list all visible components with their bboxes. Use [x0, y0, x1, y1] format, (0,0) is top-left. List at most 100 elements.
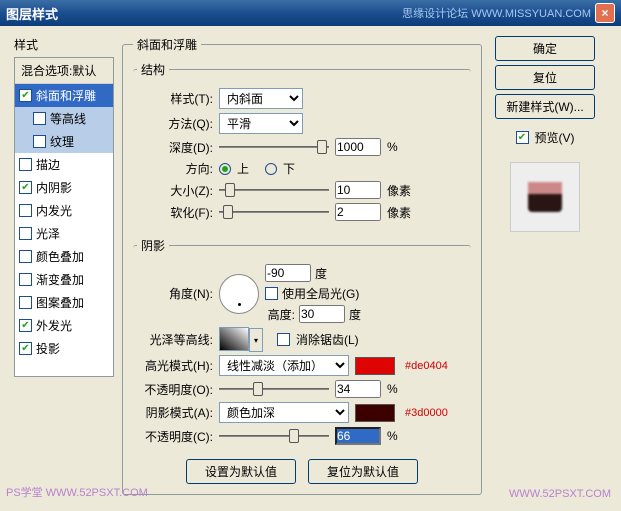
technique-select[interactable]: 平滑	[219, 113, 303, 134]
watermark-right: WWW.52PSXT.COM	[509, 488, 611, 500]
titlebar: 图层样式 思缘设计论坛 WWW.MISSYUAN.COM ×	[0, 0, 621, 26]
angle-input[interactable]	[265, 264, 311, 282]
pct-unit: %	[387, 140, 398, 154]
gloss-contour-picker[interactable]: ▾	[219, 327, 249, 351]
styles-row-3[interactable]: 描边	[15, 153, 113, 176]
window-title: 图层样式	[6, 4, 402, 23]
preview-thumbnail	[510, 162, 580, 232]
size-slider[interactable]	[219, 182, 329, 198]
angle-dial[interactable]	[219, 274, 259, 314]
soften-slider[interactable]	[219, 204, 329, 220]
styles-row-10[interactable]: 外发光	[15, 314, 113, 337]
style-item-label: 颜色叠加	[36, 248, 84, 265]
style-item-label: 斜面和浮雕	[36, 87, 96, 104]
direction-down-radio[interactable]	[265, 163, 277, 175]
antialias-label: 消除锯齿(L)	[296, 331, 359, 348]
direction-up-radio[interactable]	[219, 163, 231, 175]
size-input[interactable]	[335, 181, 381, 199]
shading-group: 阴影 角度(N): 度 使用全局光(G) 高	[133, 237, 471, 453]
highlight-hex: #de0404	[405, 360, 448, 372]
pct-unit3: %	[387, 429, 398, 443]
shadow-mode-label: 阴影模式(A):	[137, 404, 213, 421]
depth-label: 深度(D):	[137, 139, 213, 156]
watermark-left: PS学堂 WWW.52PSXT.COM	[6, 484, 148, 500]
bevel-group: 斜面和浮雕 结构 样式(T): 内斜面 方法(Q): 平滑 深度(D): %	[122, 36, 482, 495]
styles-row-7[interactable]: 颜色叠加	[15, 245, 113, 268]
reset-button[interactable]: 复位	[495, 65, 595, 90]
deg-unit: 度	[315, 265, 327, 282]
style-checkbox[interactable]	[19, 319, 32, 332]
px-unit2: 像素	[387, 204, 411, 221]
style-checkbox[interactable]	[19, 296, 32, 309]
blend-options-header[interactable]: 混合选项:默认	[15, 58, 113, 84]
ok-button[interactable]: 确定	[495, 36, 595, 61]
preview-checkbox[interactable]	[516, 131, 529, 144]
style-checkbox[interactable]	[19, 158, 32, 171]
styles-row-11[interactable]: 投影	[15, 337, 113, 360]
soften-label: 软化(F):	[137, 204, 213, 221]
brand-text: 思缘设计论坛 WWW.MISSYUAN.COM	[402, 5, 591, 21]
technique-label: 方法(Q):	[137, 115, 213, 132]
style-checkbox[interactable]	[19, 204, 32, 217]
structure-legend: 结构	[137, 61, 169, 78]
highlight-opacity-label: 不透明度(O):	[137, 381, 213, 398]
style-item-label: 描边	[36, 156, 60, 173]
style-select[interactable]: 内斜面	[219, 88, 303, 109]
altitude-input[interactable]	[299, 305, 345, 323]
style-item-label: 外发光	[36, 317, 72, 334]
style-item-label: 纹理	[50, 133, 74, 150]
style-item-label: 光泽	[36, 225, 60, 242]
highlight-mode-label: 高光模式(H):	[137, 357, 213, 374]
new-style-button[interactable]: 新建样式(W)...	[495, 94, 595, 119]
styles-row-9[interactable]: 图案叠加	[15, 291, 113, 314]
px-unit: 像素	[387, 182, 411, 199]
altitude-label: 高度:	[265, 306, 295, 323]
global-light-checkbox[interactable]	[265, 287, 278, 300]
style-checkbox[interactable]	[33, 135, 46, 148]
soften-input[interactable]	[335, 203, 381, 221]
highlight-color-swatch[interactable]	[355, 357, 395, 375]
highlight-opacity-input[interactable]	[335, 380, 381, 398]
close-icon[interactable]: ×	[595, 3, 615, 23]
shadow-color-swatch[interactable]	[355, 404, 395, 422]
styles-list: 混合选项:默认 斜面和浮雕等高线纹理描边内阴影内发光光泽颜色叠加渐变叠加图案叠加…	[14, 57, 114, 377]
bevel-legend: 斜面和浮雕	[133, 36, 201, 53]
styles-row-4[interactable]: 内阴影	[15, 176, 113, 199]
style-checkbox[interactable]	[19, 227, 32, 240]
styles-row-5[interactable]: 内发光	[15, 199, 113, 222]
shadow-opacity-input[interactable]	[335, 427, 381, 445]
styles-row-8[interactable]: 渐变叠加	[15, 268, 113, 291]
style-checkbox[interactable]	[19, 89, 32, 102]
make-default-button[interactable]: 设置为默认值	[186, 459, 296, 484]
style-checkbox[interactable]	[19, 342, 32, 355]
depth-input[interactable]	[335, 138, 381, 156]
style-item-label: 渐变叠加	[36, 271, 84, 288]
reset-default-button[interactable]: 复位为默认值	[308, 459, 418, 484]
style-item-label: 内发光	[36, 202, 72, 219]
antialias-checkbox[interactable]	[277, 333, 290, 346]
highlight-mode-select[interactable]: 线性减淡（添加）	[219, 355, 349, 376]
up-label: 上	[237, 160, 249, 177]
direction-label: 方向:	[137, 160, 213, 177]
global-light-label: 使用全局光(G)	[282, 285, 359, 302]
highlight-opacity-slider[interactable]	[219, 381, 329, 397]
style-item-label: 投影	[36, 340, 60, 357]
depth-slider[interactable]	[219, 139, 329, 155]
style-item-label: 图案叠加	[36, 294, 84, 311]
style-checkbox[interactable]	[19, 181, 32, 194]
style-checkbox[interactable]	[19, 273, 32, 286]
style-label: 样式(T):	[137, 90, 213, 107]
styles-row-6[interactable]: 光泽	[15, 222, 113, 245]
styles-row-2[interactable]: 纹理	[15, 130, 113, 153]
shadow-mode-select[interactable]: 颜色加深	[219, 402, 349, 423]
styles-row-0[interactable]: 斜面和浮雕	[15, 84, 113, 107]
chevron-down-icon[interactable]: ▾	[249, 328, 263, 352]
angle-label: 角度(N):	[137, 285, 213, 302]
styles-row-1[interactable]: 等高线	[15, 107, 113, 130]
shadow-hex: #3d0000	[405, 407, 448, 419]
size-label: 大小(Z):	[137, 182, 213, 199]
style-checkbox[interactable]	[33, 112, 46, 125]
down-label: 下	[283, 160, 295, 177]
style-checkbox[interactable]	[19, 250, 32, 263]
shadow-opacity-slider[interactable]	[219, 428, 329, 444]
